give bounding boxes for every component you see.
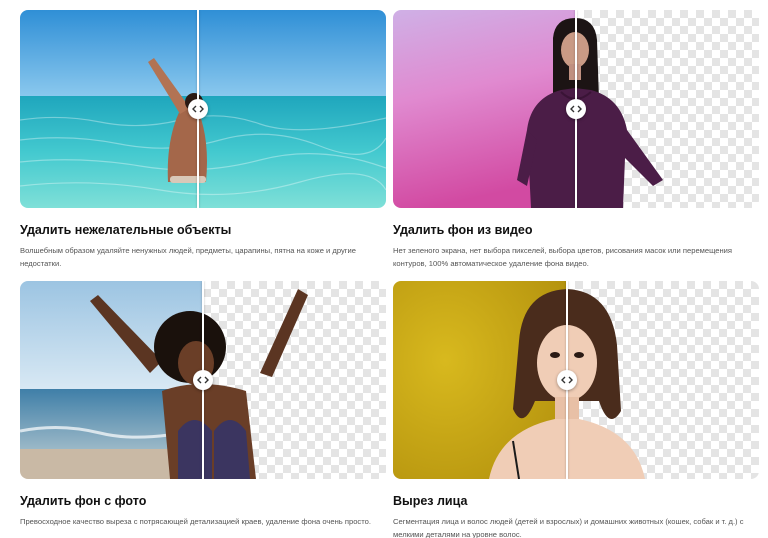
feature-description: Превосходное качество выреза с потрясающ… [20, 517, 371, 526]
feature-card-remove-photo-bg[interactable]: Удалить фон с фото Превосходное качество… [20, 281, 386, 528]
before-after-slider[interactable] [393, 281, 759, 479]
feature-title: Удалить нежелательные объекты [20, 223, 232, 237]
feature-title: Удалить фон с фото [20, 494, 147, 508]
feature-title: Вырез лица [393, 494, 468, 508]
code-arrows-icon [561, 376, 573, 384]
before-after-slider[interactable] [20, 10, 386, 208]
feature-card-remove-video-bg[interactable]: Удалить фон из видео Нет зеленого экрана… [393, 10, 759, 270]
feature-description: Нет зеленого экрана, нет выбора пикселей… [393, 246, 733, 268]
before-after-slider[interactable] [393, 10, 759, 208]
code-arrows-icon [570, 105, 582, 113]
slider-handle[interactable] [566, 99, 586, 119]
before-after-slider[interactable] [20, 281, 386, 479]
feature-title: Удалить фон из видео [393, 223, 533, 237]
feature-description: Сегментация лица и волос людей (детей и … [393, 517, 744, 538]
feature-card-remove-objects[interactable]: Удалить нежелательные объекты Волшебным … [20, 10, 386, 270]
code-arrows-icon [197, 376, 209, 384]
slider-handle[interactable] [193, 370, 213, 390]
slider-handle[interactable] [188, 99, 208, 119]
slider-handle[interactable] [557, 370, 577, 390]
woman-figure [517, 18, 663, 208]
feature-description: Волшебным образом удаляйте ненужных люде… [20, 246, 356, 268]
feature-card-face-cutout[interactable]: Вырез лица Сегментация лица и волос люде… [393, 281, 759, 538]
code-arrows-icon [192, 105, 204, 113]
